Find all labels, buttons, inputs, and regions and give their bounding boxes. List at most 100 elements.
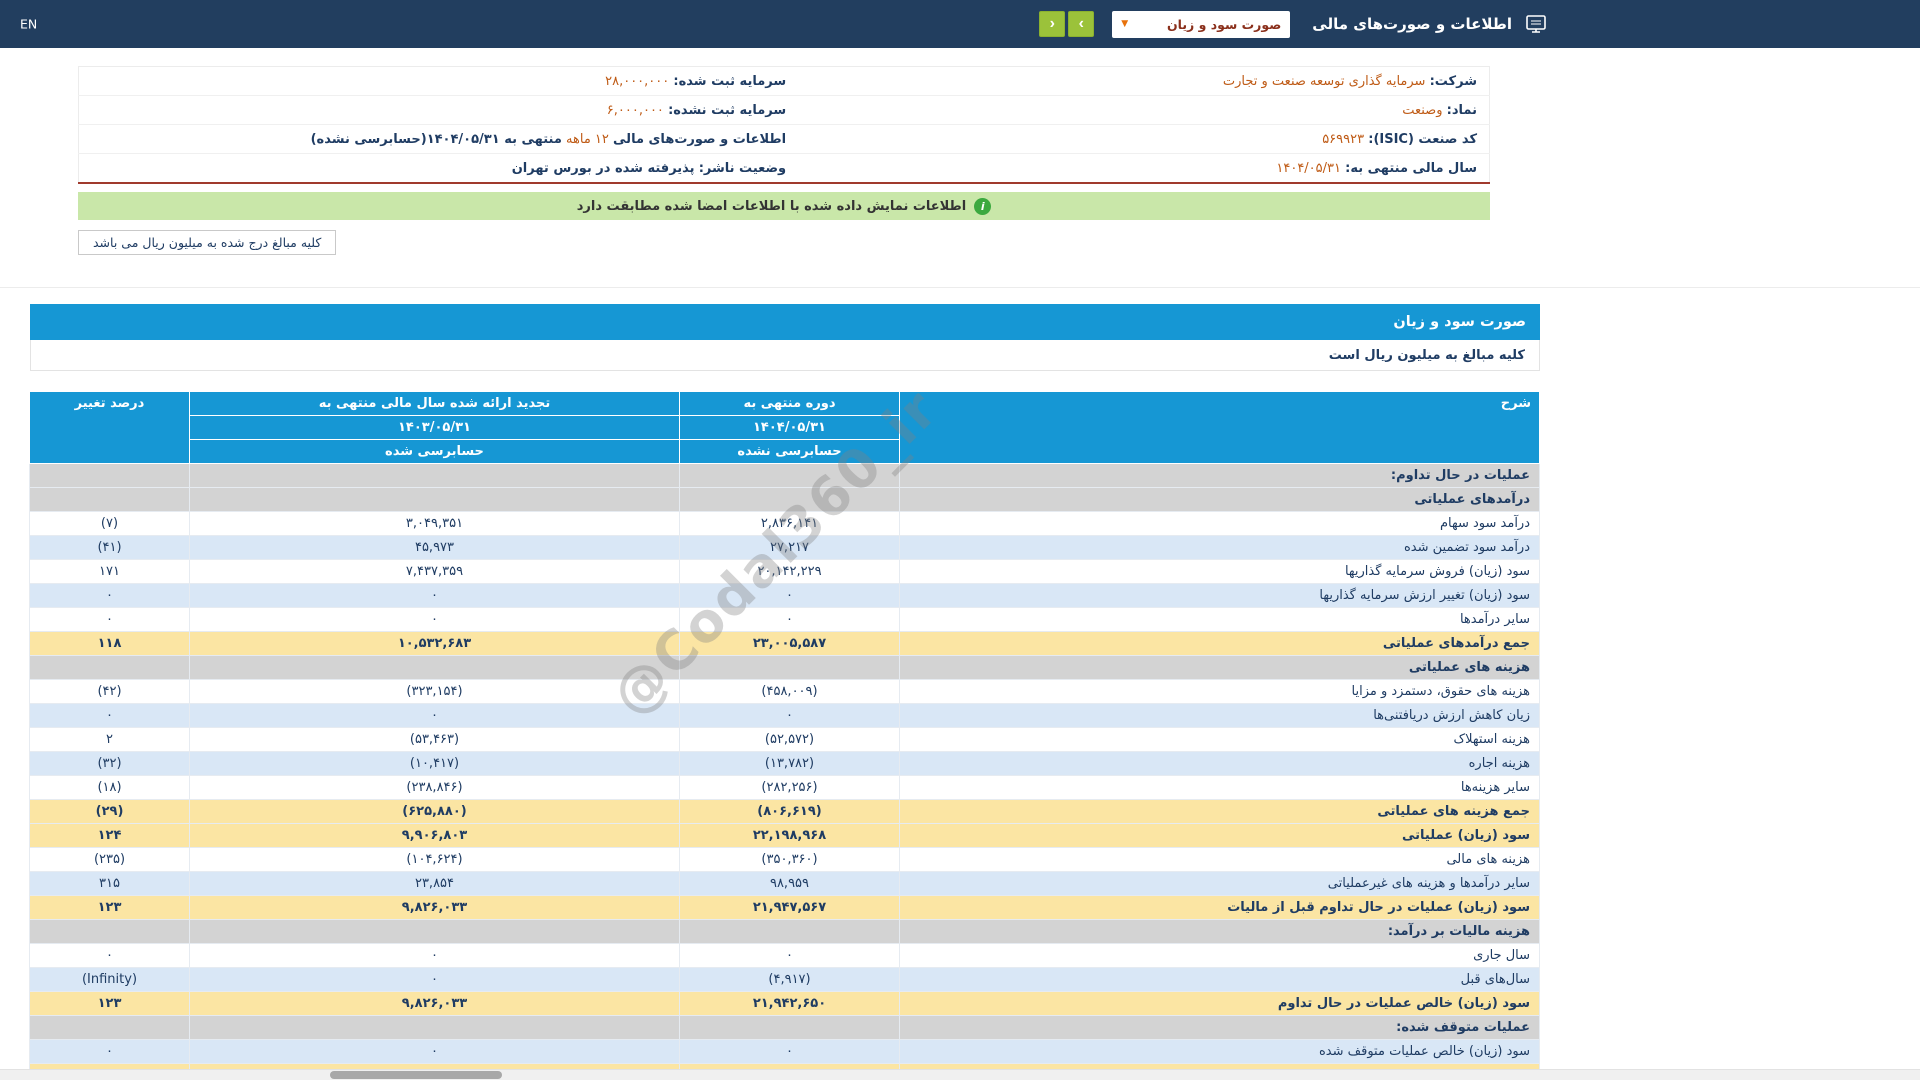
row-label: عملیات متوقف شده: bbox=[899, 1015, 1540, 1040]
value-current-period: ۲۱,۹۴۷,۵۶۷ bbox=[679, 895, 900, 920]
value-prior-period: ۰ bbox=[189, 1039, 680, 1064]
column-header-restated-date: ۱۴۰۳/۰۵/۳۱ bbox=[189, 415, 680, 440]
value-current-period bbox=[679, 919, 900, 944]
value-prior-period: (۱۰۴,۶۲۴) bbox=[189, 847, 680, 872]
value-percent-change: ۰ bbox=[29, 943, 190, 968]
row-label: هزینه های حقوق، دستمزد و مزایا bbox=[899, 679, 1540, 704]
data-row: جمع هزینه های عملیاتی (۸۰۶,۶۱۹) (۶۲۵,۸۸۰)(… bbox=[29, 799, 1540, 824]
value-prior-period: ۹,۸۲۶,۰۳۳ bbox=[189, 895, 680, 920]
registered-capital-value: ۲۸,۰۰۰,۰۰۰ bbox=[605, 73, 670, 89]
value-current-period: ۹۸,۹۵۹ bbox=[679, 871, 900, 896]
page-title: اطلاعات و صورت‌های مالی bbox=[1312, 15, 1512, 33]
value-current-period: (۵۲,۵۷۲) bbox=[679, 727, 900, 752]
data-row: سود (زیان) تغییر ارزش سرمایه گذاریها ۰ ۰ ۰ bbox=[29, 583, 1540, 608]
info-icon: i bbox=[974, 197, 992, 215]
statement-table-body: عملیات در حال تداوم: درآمدهای عملیاتی درآم… bbox=[29, 463, 1540, 1080]
column-header-percent-change: درصد تغییر bbox=[29, 391, 190, 464]
value-prior-period: ۹,۸۲۶,۰۳۳ bbox=[189, 991, 680, 1016]
value-prior-period bbox=[189, 919, 680, 944]
fiscal-year-value: ۱۴۰۴/۰۵/۳۱ bbox=[1276, 160, 1341, 176]
row-label: هزینه های عملیاتی bbox=[899, 655, 1540, 680]
value-percent-change: ۰ bbox=[29, 583, 190, 608]
company-info-panel: شرکت: سرمایه گذاری توسعه صنعت و تجارت سر… bbox=[78, 66, 1490, 184]
data-row: سود (زیان) عملیات در حال تداوم قبل از ما… bbox=[29, 895, 1540, 920]
info-label: نماد: bbox=[1446, 102, 1477, 118]
report-period-text: اطلاعات و صورت‌های مالی bbox=[613, 131, 787, 147]
column-header-period-date: ۱۴۰۴/۰۵/۳۱ bbox=[679, 415, 900, 440]
value-percent-change: ۱۷۱ bbox=[29, 559, 190, 584]
value-prior-period bbox=[189, 463, 680, 488]
value-percent-change: (۳۲) bbox=[29, 751, 190, 776]
section-row: هزینه های عملیاتی bbox=[29, 655, 1540, 680]
value-current-period: (۳۵۰,۳۶۰) bbox=[679, 847, 900, 872]
statement-unit-note: کلیه مبالغ به میلیون ریال است bbox=[30, 340, 1540, 371]
financial-reports-icon bbox=[1524, 12, 1548, 36]
data-row: سایر درآمدها و هزینه های غیرعملیاتی ۹۸,۹۵… bbox=[29, 871, 1540, 896]
value-current-period: (۱۳,۷۸۲) bbox=[679, 751, 900, 776]
value-prior-period: ۳,۰۴۹,۳۵۱ bbox=[189, 511, 680, 536]
row-label: درآمد سود تضمین شده bbox=[899, 535, 1540, 560]
income-statement-table-wrap: @Codal360_ir شرح دوره منتهی به تجدید ارا… bbox=[29, 377, 1540, 1080]
row-label: درآمدهای عملیاتی bbox=[899, 487, 1540, 512]
value-percent-change: ۱۲۳ bbox=[29, 895, 190, 920]
signed-info-text: اطلاعات نمایش داده شده با اطلاعات امضا ش… bbox=[576, 198, 967, 214]
data-row: جمع درآمدهای عملیاتی ۲۳,۰۰۵,۵۸۷ ۱۰,۵۳۲,۶۸۳… bbox=[29, 631, 1540, 656]
value-prior-period: (۱۰,۴۱۷) bbox=[189, 751, 680, 776]
column-header-period: دوره منتهی به bbox=[679, 391, 900, 416]
data-row: زیان کاهش ارزش دریافتنی‌ها ۰ ۰ ۰ bbox=[29, 703, 1540, 728]
value-percent-change: (۱۸) bbox=[29, 775, 190, 800]
value-current-period: (۸۰۶,۶۱۹) bbox=[679, 799, 900, 824]
value-prior-period: (۶۲۵,۸۸۰) bbox=[189, 799, 680, 824]
value-percent-change bbox=[29, 1015, 190, 1040]
value-prior-period: ۷,۴۳۷,۳۵۹ bbox=[189, 559, 680, 584]
data-row: سود (زیان) عملیاتی ۲۲,۱۹۸,۹۶۸ ۹,۹۰۶,۸۰۳ ۱۲۴ bbox=[29, 823, 1540, 848]
section-row: درآمدهای عملیاتی bbox=[29, 487, 1540, 512]
horizontal-scrollbar[interactable] bbox=[0, 1069, 1920, 1080]
issuer-status-value: پذیرفته شده در بورس تهران bbox=[511, 160, 695, 176]
value-current-period: ۰ bbox=[679, 703, 900, 728]
scrollbar-thumb[interactable] bbox=[330, 1071, 502, 1079]
value-percent-change: (۷) bbox=[29, 511, 190, 536]
value-percent-change: (۲۹) bbox=[29, 799, 190, 824]
data-row: هزینه های حقوق، دستمزد و مزایا (۴۵۸,۰۰۹)(… bbox=[29, 679, 1540, 704]
section-row: عملیات در حال تداوم: bbox=[29, 463, 1540, 488]
row-label: سایر درآمدها bbox=[899, 607, 1540, 632]
statement-nav-buttons: › ‹ bbox=[1039, 11, 1095, 37]
value-current-period: ۰ bbox=[679, 607, 900, 632]
data-row: سال جاری ۰ ۰ ۰ bbox=[29, 943, 1540, 968]
row-label: سود (زیان) فروش سرمایه گذاریها bbox=[899, 559, 1540, 584]
value-prior-period: (۵۳,۴۶۳) bbox=[189, 727, 680, 752]
report-period-months: ۱۲ ماهه bbox=[566, 131, 609, 147]
row-label: عملیات در حال تداوم: bbox=[899, 463, 1540, 488]
info-row: سال مالی منتهی به: ۱۴۰۴/۰۵/۳۱ وضعیت ناشر… bbox=[79, 154, 1490, 184]
value-prior-period bbox=[189, 1015, 680, 1040]
row-label: سود (زیان) عملیات در حال تداوم قبل از ما… bbox=[899, 895, 1540, 920]
value-percent-change: (۲۳۵) bbox=[29, 847, 190, 872]
info-label: سرمایه ثبت نشده: bbox=[668, 102, 787, 118]
nav-forward-button[interactable]: › bbox=[1068, 11, 1095, 37]
page-root: { "topbar": { "title": "اطلاعات و صورت‌ه… bbox=[0, 0, 1920, 1080]
value-current-period bbox=[679, 463, 900, 488]
value-prior-period bbox=[189, 487, 680, 512]
section-divider bbox=[0, 287, 1920, 288]
language-toggle[interactable]: EN bbox=[20, 17, 37, 32]
income-statement-table: شرح دوره منتهی به تجدید ارائه شده سال ما… bbox=[29, 391, 1540, 1080]
row-label: سایر هزینه‌ها bbox=[899, 775, 1540, 800]
nav-back-button[interactable]: ‹ bbox=[1039, 11, 1066, 37]
value-current-period: (۴,۹۱۷) bbox=[679, 967, 900, 992]
data-row: درآمد سود سهام ۲,۸۳۶,۱۴۱ ۳,۰۴۹,۳۵۱ (۷) bbox=[29, 511, 1540, 536]
statement-title-bar: صورت سود و زیان bbox=[30, 304, 1540, 340]
data-row: سود (زیان) خالص عملیات در حال تداوم ۲۱,۹۴… bbox=[29, 991, 1540, 1016]
column-header-restated: تجدید ارائه شده سال مالی منتهی به bbox=[189, 391, 680, 416]
value-prior-period: ۱۰,۵۳۲,۶۸۳ bbox=[189, 631, 680, 656]
value-prior-period: ۰ bbox=[189, 607, 680, 632]
row-label: زیان کاهش ارزش دریافتنی‌ها bbox=[899, 703, 1540, 728]
symbol-link[interactable]: وصنعت bbox=[1402, 103, 1442, 118]
statement-type-select[interactable]: صورت سود و زیان ▼ bbox=[1112, 10, 1291, 38]
section-row: هزینه مالیات بر درآمد: bbox=[29, 919, 1540, 944]
value-current-period: ۲۷,۲۱۷ bbox=[679, 535, 900, 560]
value-percent-change: (۴۲) bbox=[29, 679, 190, 704]
company-name-link[interactable]: سرمایه گذاری توسعه صنعت و تجارت bbox=[1223, 74, 1426, 89]
value-percent-change: ۱۲۴ bbox=[29, 823, 190, 848]
row-label: درآمد سود سهام bbox=[899, 511, 1540, 536]
